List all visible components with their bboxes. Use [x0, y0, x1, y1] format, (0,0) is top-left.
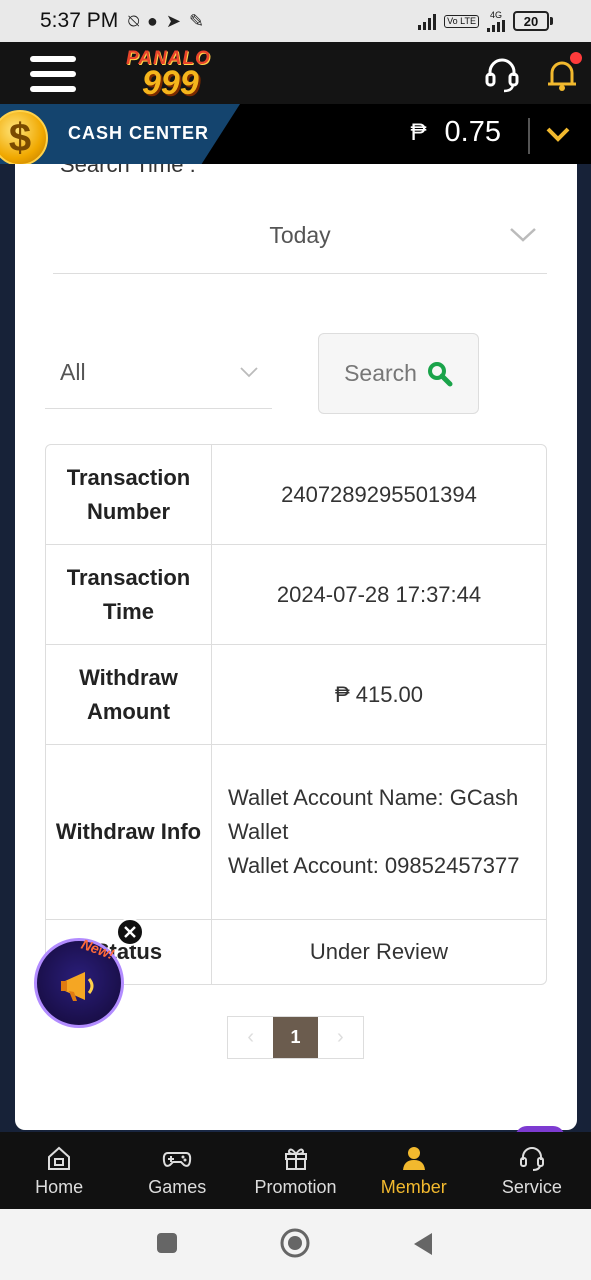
- close-icon[interactable]: [116, 918, 144, 946]
- gamepad-icon: [163, 1152, 192, 1167]
- headset-icon: [519, 1147, 544, 1171]
- back-icon[interactable]: [410, 1231, 436, 1257]
- notification-dot: [570, 52, 582, 64]
- system-nav-bar: [0, 1209, 591, 1280]
- table-row: Transaction Number 2407289295501394: [46, 445, 546, 545]
- next-page-button[interactable]: ›: [318, 1017, 363, 1058]
- type-select[interactable]: All: [45, 339, 272, 409]
- nav-games[interactable]: Games: [118, 1132, 236, 1209]
- pagination: ‹ 1 ›: [227, 1016, 364, 1059]
- nav-label: Games: [148, 1177, 207, 1197]
- promo-bubble[interactable]: New!: [34, 936, 124, 1028]
- status-value: Under Review: [309, 939, 449, 964]
- balance-value: 0.75: [444, 116, 501, 148]
- gift-icon: [284, 1148, 307, 1170]
- table-row: Withdraw Info Wallet Account Name: GCash…: [46, 745, 546, 920]
- logo[interactable]: PANALO 999: [120, 46, 230, 102]
- signal-icon-2: [487, 19, 505, 32]
- status-icons: ⍉ ● ➤ ✎: [128, 11, 204, 32]
- row-value: ₱ 415.00: [334, 681, 424, 707]
- megaphone-icon: [61, 972, 94, 1001]
- nav-label: Member: [380, 1177, 447, 1197]
- headset-icon[interactable]: [482, 54, 522, 94]
- table-row: Transaction Time 2024-07-28 17:37:44: [46, 545, 546, 645]
- cash-center-label: CASH CENTER: [68, 123, 210, 143]
- row-label: Withdraw Info: [46, 745, 212, 919]
- date-range-value: Today: [269, 222, 331, 248]
- telegram-icon: ➤: [165, 10, 181, 31]
- page-number-current[interactable]: 1: [273, 1017, 318, 1058]
- row-value: 2024-07-28 17:37:44: [276, 581, 482, 607]
- divider: [528, 118, 530, 154]
- bottom-nav: Home Games Promotion Member Service: [0, 1132, 591, 1209]
- search-button-label: Search: [344, 360, 417, 386]
- nav-member[interactable]: Member: [355, 1132, 473, 1209]
- table-row: Withdraw Amount ₱ 415.00: [46, 645, 546, 745]
- row-value: Wallet Account Name: GCash Wallet Wallet…: [228, 785, 520, 878]
- volte-icon: Vo LTE: [444, 14, 479, 28]
- battery-icon: 20: [513, 11, 553, 31]
- balance-display: ₱ 0.75: [411, 116, 501, 149]
- chat-icon: ●: [147, 10, 158, 31]
- row-label: Withdraw Amount: [46, 645, 212, 744]
- chevron-down-icon: [510, 228, 536, 242]
- vibrate-off-icon: ⍉: [128, 10, 140, 31]
- date-range-select[interactable]: Today: [53, 204, 547, 274]
- network-type: 4G: [489, 9, 502, 20]
- row-value: 2407289295501394: [281, 481, 477, 507]
- search-button[interactable]: Search: [318, 333, 479, 414]
- nav-label: Home: [35, 1177, 84, 1197]
- nav-service[interactable]: Service: [473, 1132, 591, 1209]
- search-icon: [427, 361, 453, 386]
- status-time: 5:37 PM: [40, 9, 119, 32]
- chevron-down-icon: [240, 367, 258, 378]
- transaction-detail-table: Transaction Number 2407289295501394 Tran…: [45, 444, 547, 985]
- status-bar: 5:37 PM ⍉ ● ➤ ✎ Vo LTE 4G 20: [0, 0, 591, 42]
- nav-home[interactable]: Home: [0, 1132, 118, 1209]
- type-value: All: [60, 359, 86, 385]
- home-circle-icon[interactable]: [279, 1227, 311, 1259]
- bell-icon[interactable]: [542, 52, 582, 94]
- cash-center-bar: $ CASH CENTER ₱ 0.75: [0, 104, 591, 166]
- wrench-icon: ✎: [189, 10, 205, 31]
- row-label: Transaction Time: [46, 545, 212, 644]
- app-header: PANALO 999: [0, 42, 591, 104]
- prev-page-button[interactable]: ‹: [228, 1017, 273, 1058]
- chevron-down-icon[interactable]: [544, 122, 572, 146]
- nav-promotion[interactable]: Promotion: [236, 1132, 354, 1209]
- battery-level: 20: [513, 11, 549, 31]
- recents-icon[interactable]: [155, 1231, 179, 1255]
- nav-label: Promotion: [254, 1177, 337, 1197]
- home-icon: [48, 1146, 71, 1170]
- menu-icon[interactable]: [30, 56, 76, 92]
- nav-label: Service: [501, 1177, 562, 1197]
- row-label: Transaction Number: [46, 445, 212, 544]
- signal-icon: [418, 12, 437, 30]
- search-time-label: Search Time :: [60, 164, 196, 177]
- logo-number: 999: [142, 64, 199, 102]
- currency-symbol: ₱: [410, 118, 427, 146]
- person-icon: [402, 1147, 425, 1170]
